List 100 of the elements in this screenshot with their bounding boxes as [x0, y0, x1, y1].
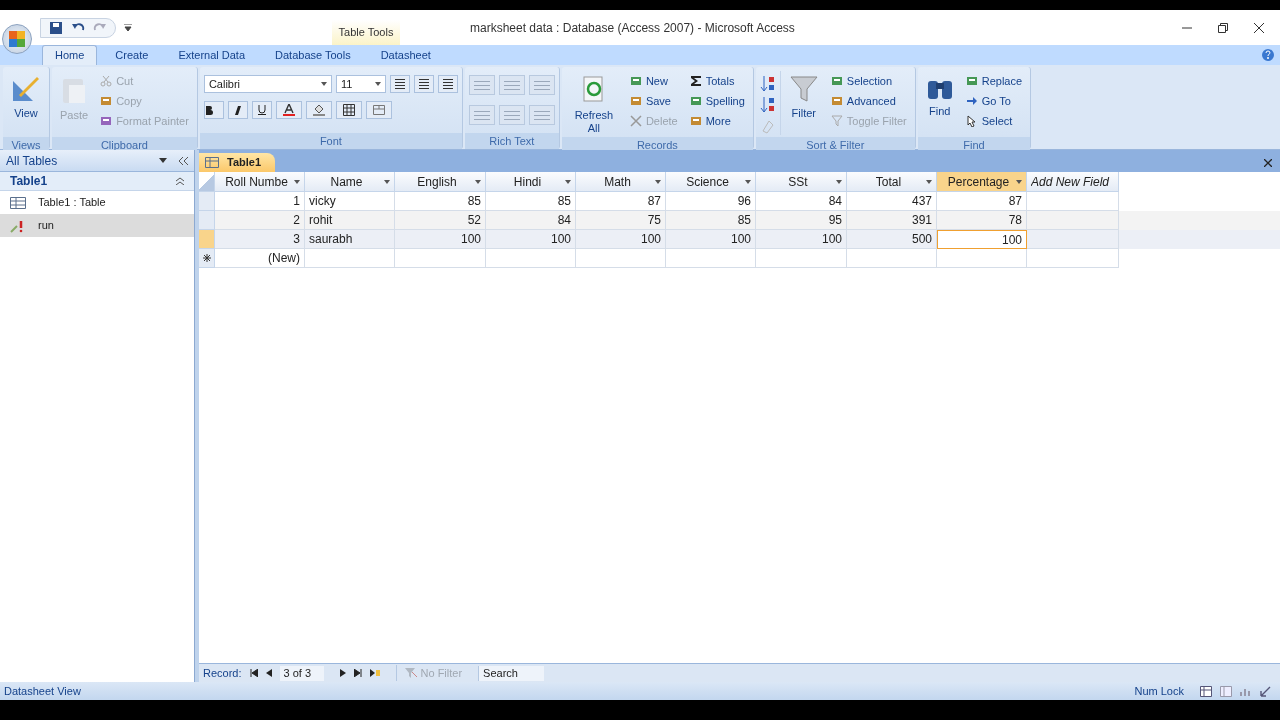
ribbon-tab[interactable]: Create — [103, 45, 161, 65]
ribbon-large-button[interactable]: Filter — [784, 71, 823, 137]
document-tab[interactable]: Table1 — [199, 153, 276, 172]
caret-icon — [294, 179, 300, 184]
new-record-cell[interactable]: (New) — [215, 249, 305, 268]
restore-icon — [1218, 22, 1228, 33]
ribbon-tab[interactable]: External Data — [166, 45, 258, 65]
align-right-icon[interactable] — [437, 75, 458, 93]
caret-icon — [374, 82, 381, 86]
record-label: Record: — [203, 665, 242, 681]
office-button[interactable] — [2, 24, 32, 54]
caret-icon — [926, 179, 932, 184]
num-lock-indicator: Num Lock — [1134, 683, 1184, 699]
dropdown-icon — [159, 157, 167, 164]
context-tab-label: Table Tools — [332, 20, 400, 45]
cursor-icon — [965, 115, 978, 127]
column-label: Add New Field — [1031, 173, 1111, 191]
caret-icon — [836, 179, 842, 184]
search-field[interactable]: Search — [478, 665, 545, 681]
column-label: SSt — [787, 173, 809, 191]
align-left-icon[interactable] — [389, 75, 410, 93]
close-icon — [1254, 22, 1264, 33]
column-header[interactable]: SSt — [756, 172, 847, 192]
nav-group-header[interactable]: Table1 — [0, 172, 194, 191]
last-record-icon — [353, 669, 362, 677]
cell-input[interactable]: 100 — [937, 230, 1027, 249]
underline-icon[interactable] — [251, 101, 272, 119]
column-header[interactable]: Hindi — [486, 172, 576, 192]
previous-record-icon — [265, 669, 272, 677]
column-label: Hindi — [512, 173, 543, 191]
column-label: Math — [603, 173, 632, 191]
column-header[interactable]: Percentage — [937, 172, 1027, 192]
ribbon-small-button[interactable]: Selection — [826, 71, 911, 91]
row-color-icon[interactable] — [365, 101, 392, 119]
close-icon — [1264, 158, 1272, 167]
ribbon-large-button[interactable]: Find — [921, 71, 958, 137]
nav-group-title: Table1 — [10, 173, 48, 190]
align-center-icon[interactable] — [413, 75, 434, 93]
table-cell: 100 — [576, 230, 666, 249]
ribbon-tab[interactable]: Database Tools — [263, 45, 363, 65]
ribbon-small-button[interactable]: Replace — [961, 71, 1027, 91]
ribbon-small-button[interactable]: Advanced — [826, 91, 911, 111]
font-name-field[interactable]: Calibri — [203, 75, 332, 93]
column-header[interactable]: Math — [576, 172, 666, 192]
ribbon-tab[interactable]: Datasheet — [368, 45, 443, 65]
font-size-field[interactable]: 11 — [335, 75, 386, 93]
nav-item-label: Table1 : Table — [38, 195, 106, 211]
ribbon-small-button[interactable]: More — [685, 111, 749, 131]
italic-icon[interactable] — [227, 101, 248, 119]
caret-icon — [745, 179, 751, 184]
ribbon-small-button[interactable]: Totals — [685, 71, 749, 91]
ribbon-large-button[interactable]: Refresh All — [565, 71, 622, 137]
table-cell: 100 — [486, 230, 576, 249]
font-color-icon[interactable] — [275, 101, 302, 119]
column-header[interactable]: Name — [305, 172, 395, 192]
column-header[interactable]: Science — [666, 172, 756, 192]
column-header[interactable]: Add New Field — [1027, 172, 1119, 192]
ribbon-small-button[interactable]: Save — [625, 91, 682, 111]
asterisk-icon — [202, 254, 211, 262]
group-label: Rich Text — [464, 133, 559, 149]
datasheet-view-icon — [1200, 685, 1212, 697]
ribbon-tab[interactable]: Home — [42, 45, 98, 65]
caret-icon — [1016, 179, 1022, 184]
column-header[interactable]: Total — [847, 172, 937, 192]
caret-icon — [565, 179, 571, 184]
column-header[interactable]: Roll Numbe — [215, 172, 305, 192]
nav-pane-title: All Tables — [6, 152, 58, 170]
office-logo-icon — [8, 30, 26, 48]
gridlines-icon[interactable] — [335, 101, 362, 119]
record-position-field[interactable]: 3 of 3 — [279, 665, 324, 681]
nav-item[interactable]: run — [0, 214, 194, 237]
group-label: Font — [199, 133, 462, 149]
status-text: Datasheet View — [4, 683, 81, 699]
fill-color-icon[interactable] — [305, 101, 332, 119]
first-record-icon — [249, 669, 258, 677]
nav-item-label: run — [38, 218, 54, 234]
sort-ascending-icon — [759, 75, 776, 93]
ribbon-small-button[interactable]: Go To — [961, 91, 1027, 111]
new-row-selector[interactable] — [199, 249, 215, 268]
caret-icon — [320, 82, 327, 86]
table-cell: 100 — [666, 230, 756, 249]
nav-pane-header[interactable]: All Tables — [0, 150, 194, 172]
bold-icon[interactable] — [203, 101, 224, 119]
next-record-icon — [339, 669, 346, 677]
ribbon-small-button[interactable]: New — [625, 71, 682, 91]
sort-descending-icon — [759, 96, 776, 114]
ribbon-small-button[interactable]: Select — [961, 111, 1027, 131]
funnel-icon — [830, 115, 843, 127]
caret-icon — [384, 179, 390, 184]
arrow-icon — [965, 95, 978, 107]
column-label: Percentage — [946, 173, 1011, 191]
column-label: Name — [329, 173, 364, 191]
ribbon-small-button[interactable]: Spelling — [685, 91, 749, 111]
collapse-icon — [176, 177, 184, 185]
help-icon — [1262, 49, 1274, 61]
collapse-pane-icon — [179, 156, 188, 165]
ribbon-large-button[interactable]: View — [7, 71, 45, 137]
column-label: Roll Numbe — [224, 173, 289, 191]
column-header[interactable]: English — [395, 172, 486, 192]
column-label: English — [416, 173, 458, 191]
